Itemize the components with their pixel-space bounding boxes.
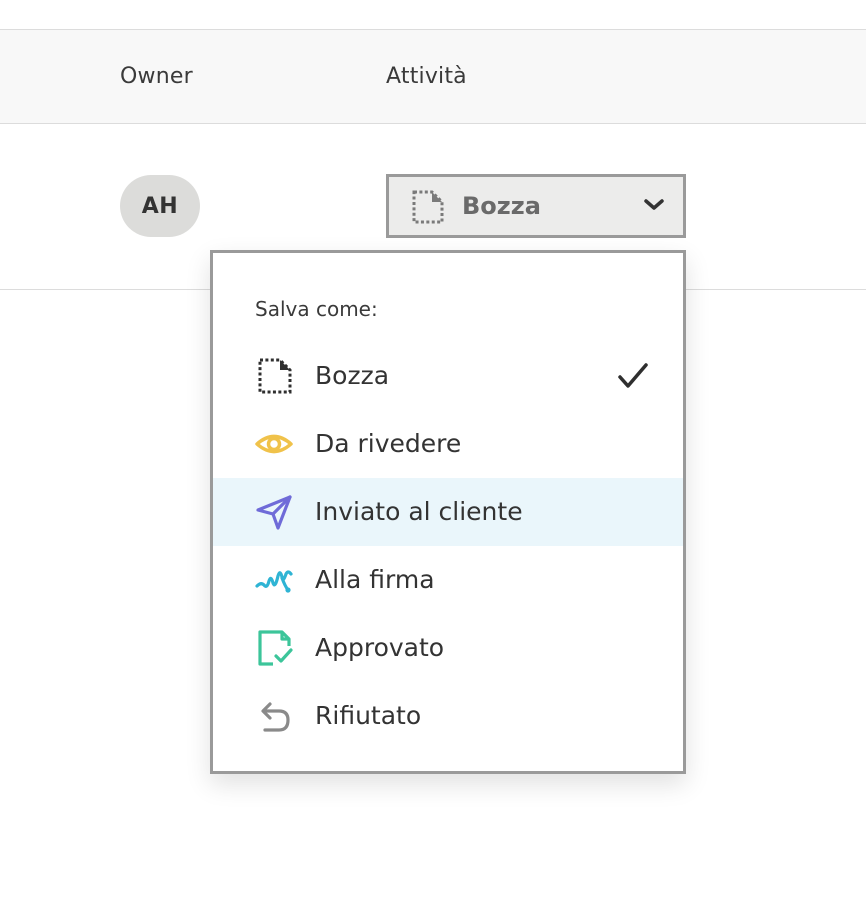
chevron-down-icon xyxy=(644,199,664,210)
menu-item-rifiutato[interactable]: Rifiutato xyxy=(213,682,683,750)
page: Owner Attività AH Bozza Salva come: Bozz… xyxy=(0,0,866,920)
signature-icon xyxy=(255,570,293,593)
eye-icon xyxy=(255,434,293,454)
undo-arrow-icon xyxy=(261,702,290,732)
draft-document-icon xyxy=(258,358,292,394)
dropdown-heading: Salva come: xyxy=(255,297,378,321)
menu-item-label: Rifiutato xyxy=(315,701,422,730)
menu-item-label: Approvato xyxy=(315,633,445,662)
menu-item-da-rivedere[interactable]: Da rivedere xyxy=(213,410,683,478)
status-select[interactable]: Bozza xyxy=(386,174,686,238)
menu-item-label: Bozza xyxy=(315,361,390,390)
status-dropdown-menu: Salva come: Bozza Da rivedere Inviato al… xyxy=(210,250,686,774)
table-header-row: Owner Attività xyxy=(0,29,866,124)
status-select-value: Bozza xyxy=(462,192,541,220)
menu-item-label: Alla firma xyxy=(315,565,435,594)
menu-item-bozza[interactable]: Bozza xyxy=(213,342,683,410)
column-header-activity: Attività xyxy=(386,64,467,89)
menu-item-alla-firma[interactable]: Alla firma xyxy=(213,546,683,614)
menu-item-label: Inviato al cliente xyxy=(315,497,523,526)
owner-avatar: AH xyxy=(120,175,200,237)
draft-document-icon xyxy=(412,190,444,224)
menu-item-approvato[interactable]: Approvato xyxy=(213,614,683,682)
checkmark-icon xyxy=(618,363,648,388)
menu-item-label: Da rivedere xyxy=(315,429,462,458)
approved-document-icon xyxy=(258,630,293,666)
paper-plane-icon xyxy=(256,495,292,530)
column-header-owner: Owner xyxy=(120,64,193,89)
menu-item-inviato-al-cliente[interactable]: Inviato al cliente xyxy=(213,478,683,546)
